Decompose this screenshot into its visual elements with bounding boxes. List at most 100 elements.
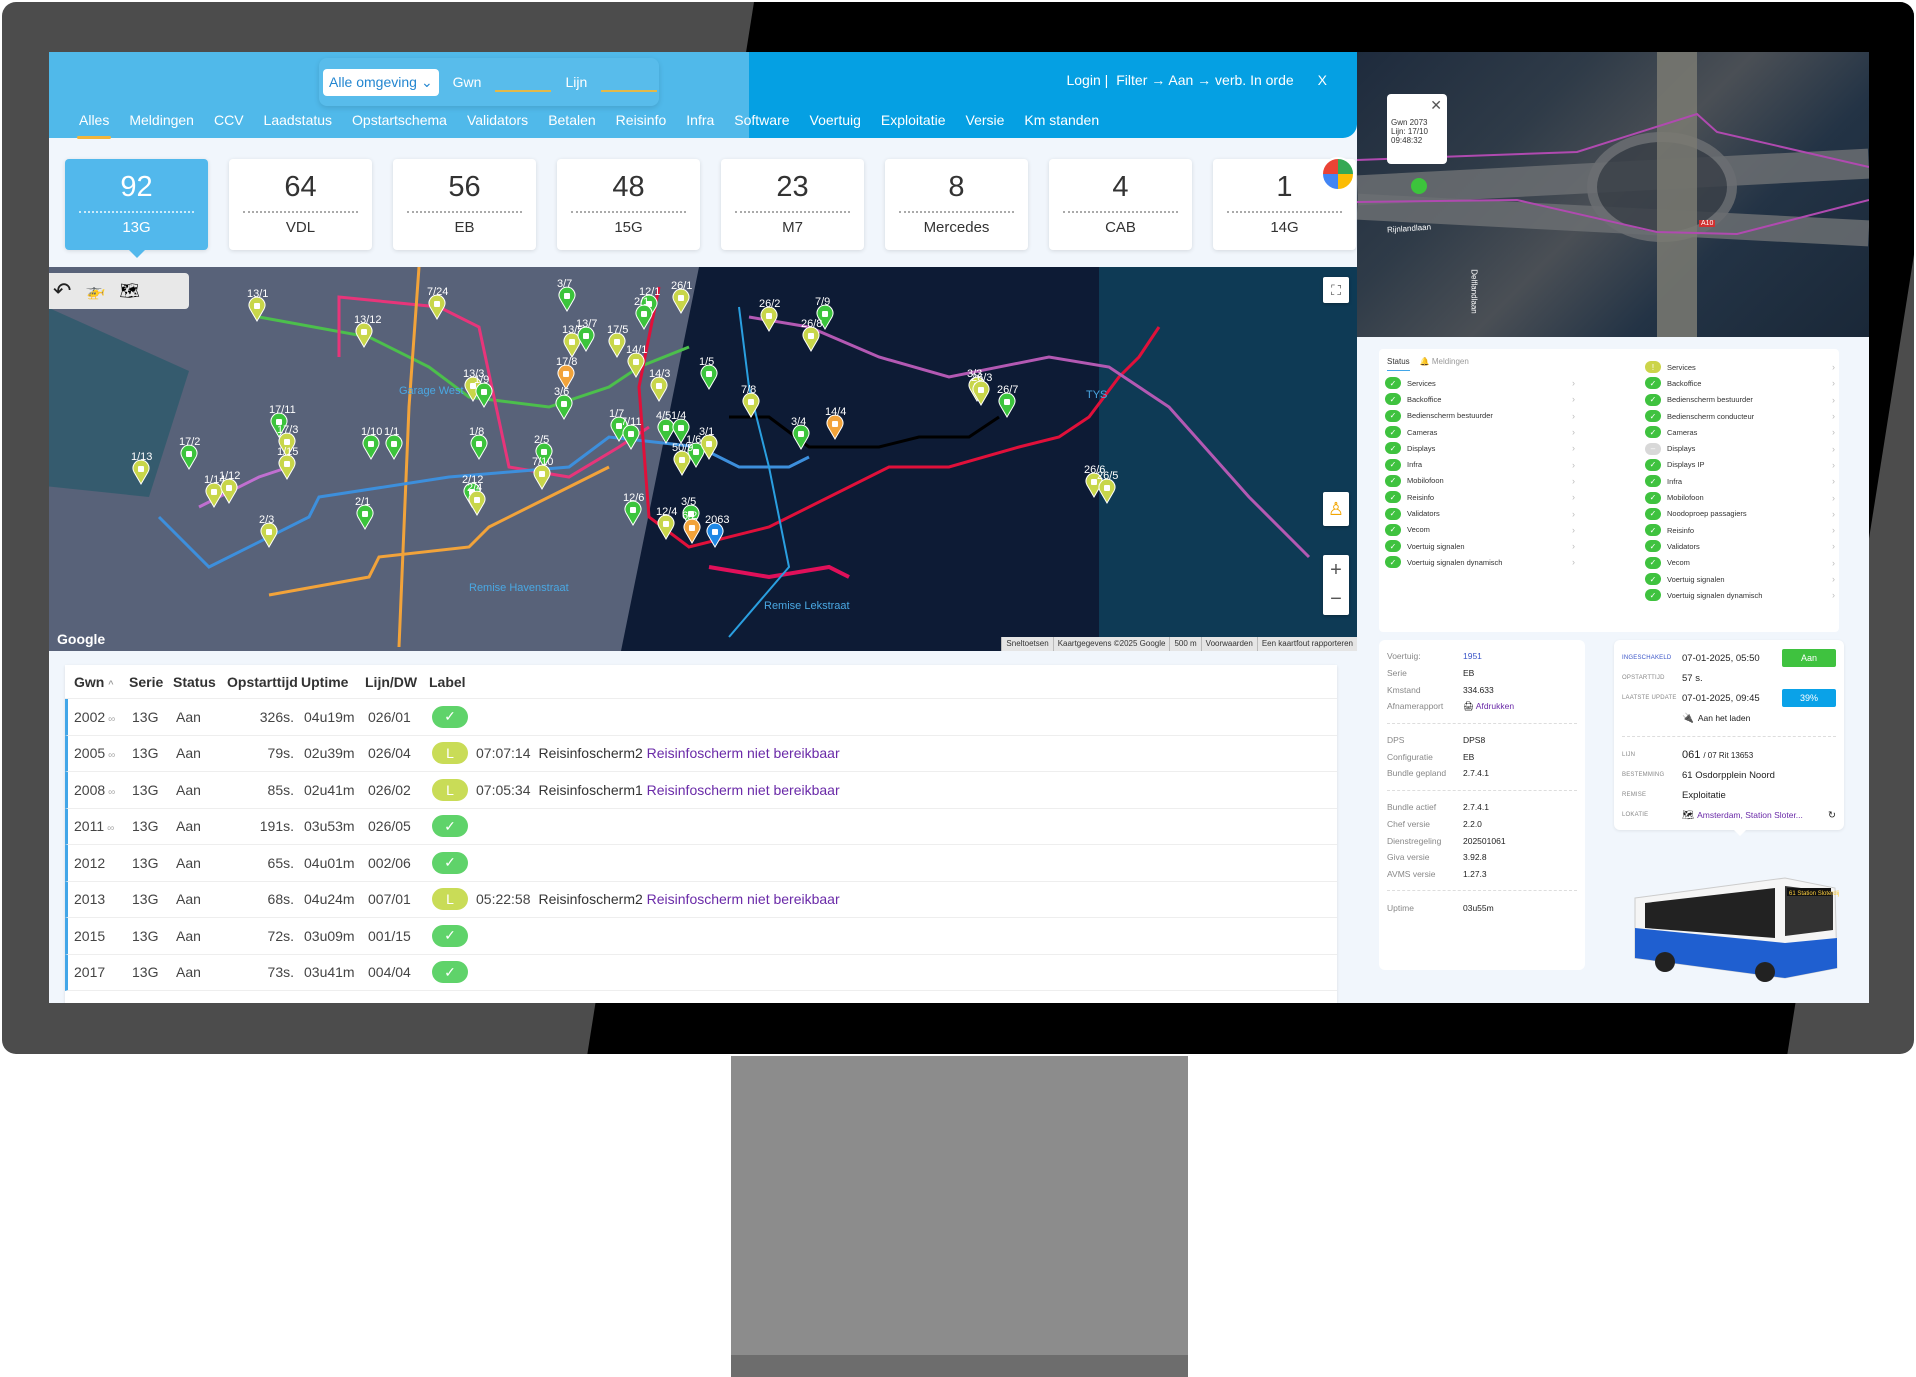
tab-exploitatie[interactable]: Exploitatie [871,112,956,136]
vehicle-marker[interactable]: 13/1 [247,288,268,322]
status-item-bedienscherm-conducteur[interactable]: ✓ Bedienscherm conducteur › [1645,408,1835,424]
table-row[interactable]: 2011 ∞ 13G Aan 191s. 03u53m 026/05 ✓ [65,808,1337,845]
vehicle-marker[interactable]: 50/9 [672,442,693,476]
series-card-13g[interactable]: 92 13G [65,159,208,258]
status-item-validators[interactable]: ✓ Validators › [1645,538,1835,554]
gwn-input[interactable] [495,72,552,92]
back-arrow-icon[interactable]: ↶ [53,278,71,304]
vehicle-marker[interactable]: 14/3 [649,368,670,402]
tab-alles[interactable]: Alles [69,112,119,139]
status-item-displays[interactable]: – Displays › [1645,440,1835,456]
status-item-backoffice[interactable]: ✓ Backoffice › [1385,391,1575,407]
vehicle-marker[interactable]: 1/1 [384,426,403,460]
vehicle-marker[interactable]: 26/2 [759,298,780,332]
status-item-vecom[interactable]: ✓ Vecom › [1645,555,1835,571]
status-warning-badge[interactable]: L [432,778,468,801]
series-card-vdl[interactable]: 64 VDL [229,159,372,250]
status-warning-badge[interactable]: L [432,742,468,765]
status-ok-badge[interactable]: ✓ [432,815,468,838]
status-item-reisinfo[interactable]: ✓ Reisinfo › [1385,489,1575,505]
vehicle-marker[interactable]: 1/10 [361,426,382,460]
status-ok-badge[interactable]: ✓ [432,961,468,984]
zoom-in-button[interactable]: + [1330,555,1342,585]
vehicle-marker[interactable]: 26/1 [671,280,692,314]
login-link[interactable]: Login | [1066,72,1108,88]
close-popup-icon[interactable]: ✕ [1430,97,1442,114]
vehicle-marker[interactable]: 7/8 [741,384,760,418]
column-header-gwn[interactable]: Gwn ^ [65,674,129,690]
gwn-value[interactable]: 2005 [74,745,105,761]
gwn-value[interactable]: 2013 [74,891,105,907]
table-row[interactable]: 2015 13G Aan 72s. 03u09m 001/15 ✓ [65,918,1337,955]
vehicle-marker[interactable]: 1/13 [131,451,152,485]
vehicle-marker[interactable]: 1/8 [469,426,488,460]
table-row[interactable]: 2002 ∞ 13G Aan 326s. 04u19m 026/01 ✓ [65,699,1337,736]
vehicle-marker[interactable]: 2/1 [355,496,374,530]
column-header-status[interactable]: Status [173,674,227,690]
tab-software[interactable]: Software [724,112,799,136]
tab-meldingen[interactable]: 🔔 Meldingen [1420,357,1469,371]
status-item-voertuig-signalen[interactable]: ✓ Voertuig signalen › [1385,538,1575,554]
series-card-mercedes[interactable]: 8 Mercedes [885,159,1028,250]
tab-laadstatus[interactable]: Laadstatus [254,112,343,136]
map-footer-item[interactable]: Voorwaarden [1200,637,1257,651]
helicopter-icon[interactable]: 🚁 [85,281,105,301]
status-item-mobilofoon[interactable]: ✓ Mobilofoon › [1385,473,1575,489]
vehicle-marker[interactable]: 7/10 [532,456,553,490]
series-card-eb[interactable]: 56 EB [393,159,536,250]
status-item-cameras[interactable]: ✓ Cameras › [1385,424,1575,440]
tab-voertuig[interactable]: Voertuig [800,112,871,136]
vehicle-marker[interactable]: 1/12 [219,470,240,504]
message-link[interactable]: Reisinfoscherm niet bereikbaar [647,782,840,798]
status-item-bedienscherm-bestuurder[interactable]: ✓ Bedienscherm bestuurder › [1385,408,1575,424]
vehicle-marker[interactable]: 13/7 [576,318,597,352]
tab-km-standen[interactable]: Km standen [1014,112,1109,136]
column-header-uptime[interactable]: Uptime [301,674,365,690]
table-row[interactable]: 2017 13G Aan 73s. 03u41m 004/04 ✓ [65,954,1337,991]
map-view-icon[interactable]: 🗺 [119,281,139,301]
fleet-map[interactable]: 13/1 7/24 13/12 3/7 26/1 12/1 2/1 17/5 13/5 13/7 1… [49,267,1357,651]
status-item-displays-ip[interactable]: ✓ Displays IP › [1645,457,1835,473]
status-item-infra[interactable]: ✓ Infra › [1645,473,1835,489]
status-item-bedienscherm-bestuurder[interactable]: ✓ Bedienscherm bestuurder › [1645,392,1835,408]
gwn-value[interactable]: 2002 [74,709,105,725]
vehicle-marker[interactable]: 12/6 [623,492,644,526]
map-footer-item[interactable]: Sneltoetsen [1001,637,1052,651]
message-link[interactable]: Reisinfoscherm niet bereikbaar [647,745,840,761]
status-item-services[interactable]: ✓ Services › [1385,375,1575,391]
table-row[interactable]: 2012 13G Aan 65s. 04u01m 002/06 ✓ [65,845,1337,882]
status-item-infra[interactable]: ✓ Infra › [1385,456,1575,472]
vehicle-marker[interactable]: 26/3 [971,372,992,406]
vehicle-marker[interactable]: 1/5 [699,356,718,390]
status-item-voertuig-signalen[interactable]: ✓ Voertuig signalen › [1645,571,1835,587]
status-item-voertuig-signalen-dynamisch[interactable]: ✓ Voertuig signalen dynamisch › [1385,554,1575,570]
tab-betalen[interactable]: Betalen [538,112,605,136]
status-item-cameras[interactable]: ✓ Cameras › [1645,424,1835,440]
vehicle-marker[interactable]: 17/2 [179,436,200,470]
lijn-input[interactable] [601,72,658,92]
tab-ccv[interactable]: CCV [204,112,254,136]
tab-opstartschema[interactable]: Opstartschema [342,112,457,136]
map-footer-item[interactable]: Een kaartfout rapporteren [1256,637,1357,651]
table-row[interactable]: 2005 ∞ 13G Aan 79s. 02u39m 026/04 L 07:07:14 Reis… [65,735,1337,772]
status-item-services[interactable]: ! Services › [1645,359,1835,375]
vehicle-marker[interactable]: 26/8 [801,318,822,352]
series-card-m7[interactable]: 23 M7 [721,159,864,250]
vehicle-marker[interactable]: 3/6 [554,386,573,420]
table-row[interactable]: 2013 13G Aan 68s. 04u24m 007/01 L 05:22:58 Reisi… [65,881,1337,918]
tab-reisinfo[interactable]: Reisinfo [606,112,677,136]
status-item-reisinfo[interactable]: ✓ Reisinfo › [1645,522,1835,538]
series-card-cab[interactable]: 4 CAB [1049,159,1192,250]
refresh-icon[interactable]: ↻ [1828,810,1836,821]
vehicle-marker[interactable]: 26/7 [997,384,1018,418]
field-value[interactable]: 1951 [1463,651,1482,661]
map-footer-item[interactable]: Kaartgegevens ©2025 Google [1052,637,1170,651]
status-item-validators[interactable]: ✓ Validators › [1385,505,1575,521]
gwn-value[interactable]: 2011 [74,818,104,834]
zoom-out-button[interactable]: − [1330,585,1342,615]
series-card-15g[interactable]: 48 15G [557,159,700,250]
table-row[interactable]: 2008 ∞ 13G Aan 85s. 02u41m 026/02 L 07:05:34 Reis… [65,772,1337,809]
filter-status[interactable]: Filter → Aan → verb. In orde [1116,72,1293,88]
status-item-backoffice[interactable]: ✓ Backoffice › [1645,375,1835,391]
google-maps-icon[interactable] [1321,157,1355,191]
